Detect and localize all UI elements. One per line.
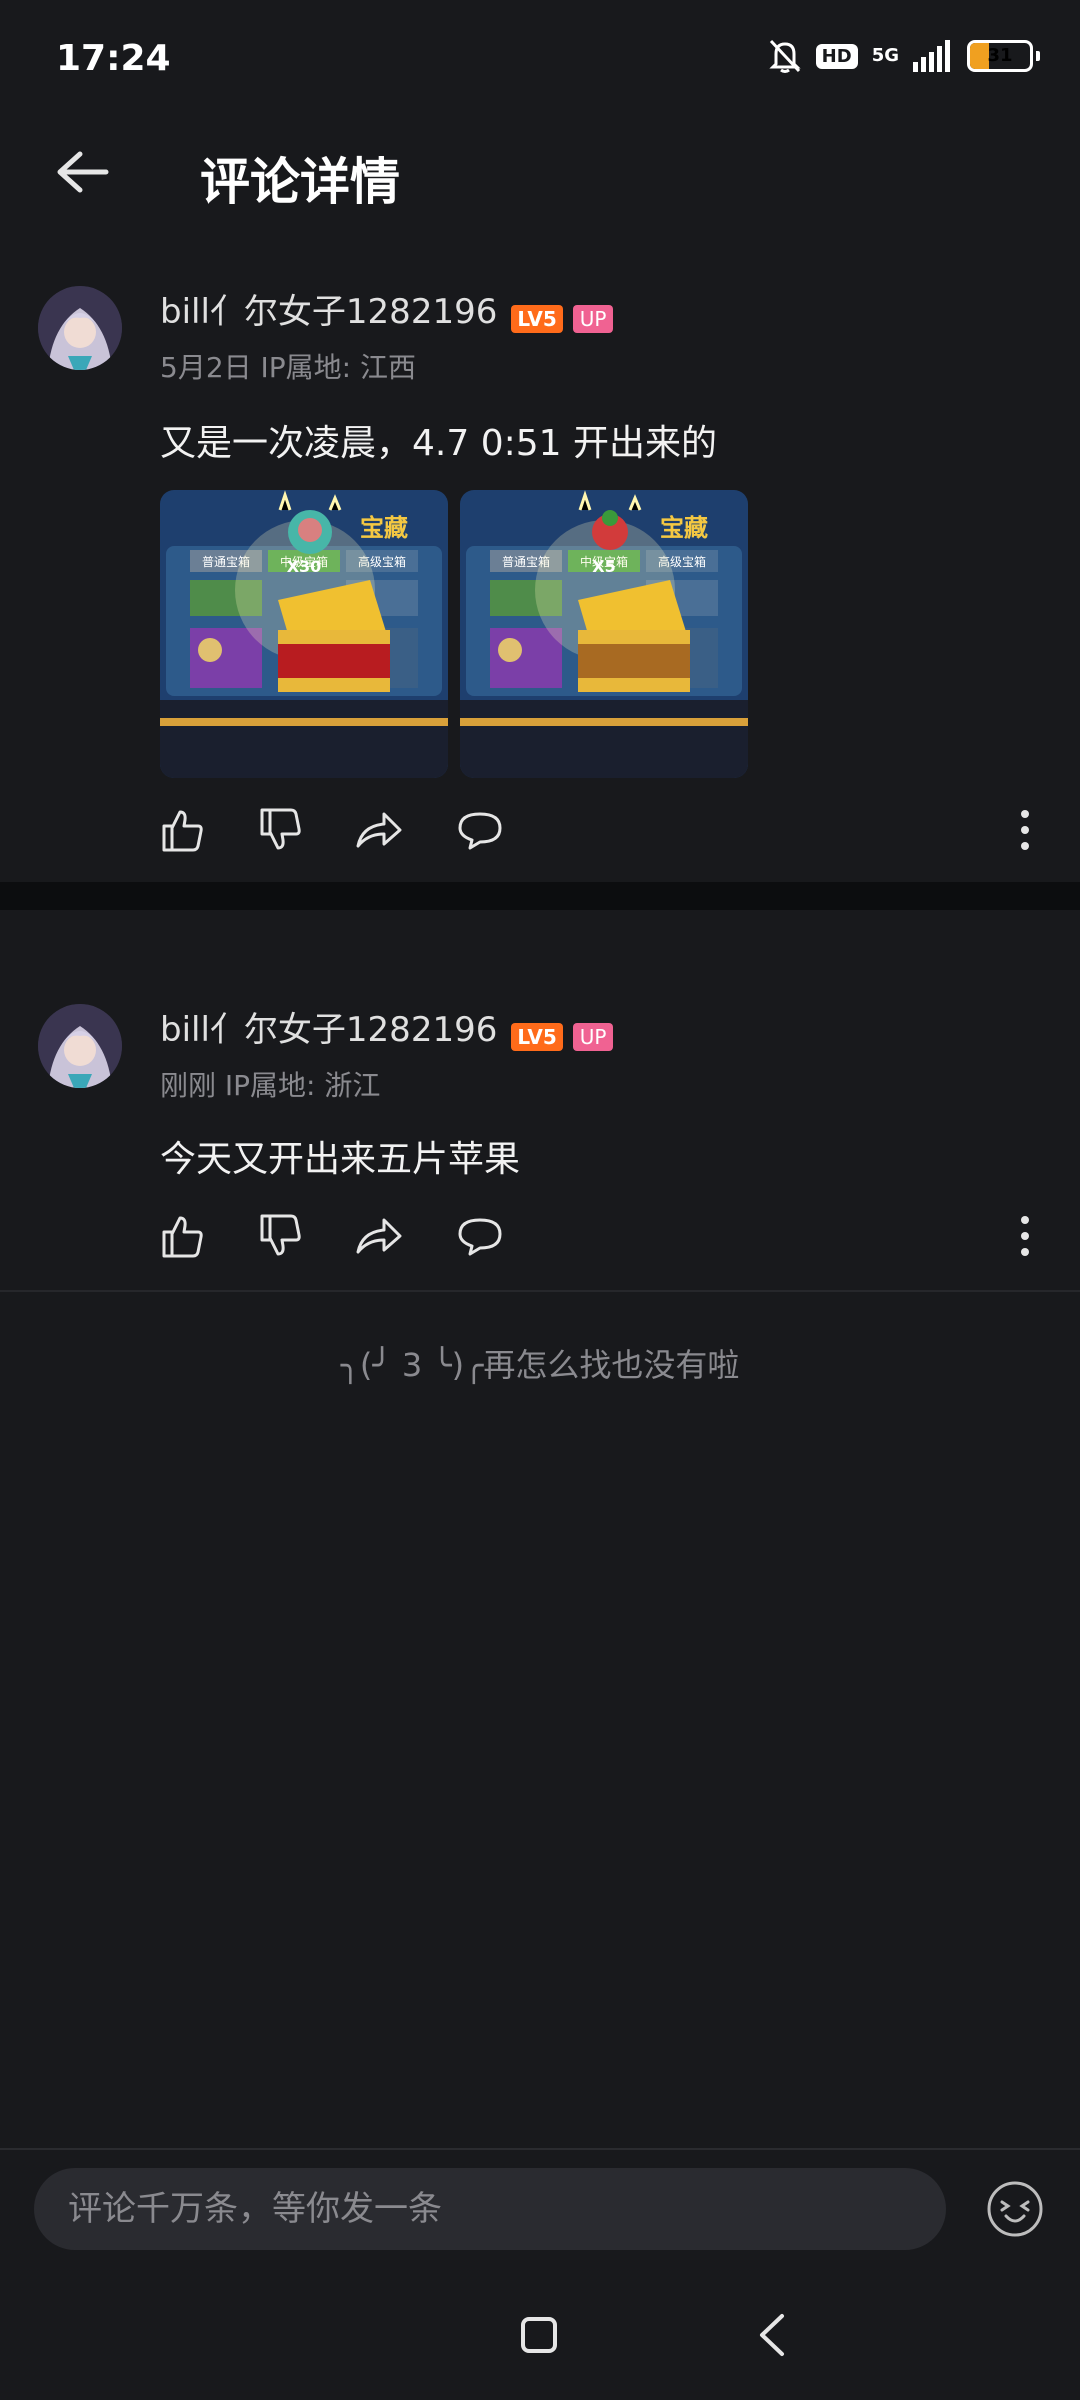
back-arrow-icon[interactable] [52, 148, 112, 196]
comment-input[interactable] [34, 2168, 946, 2250]
image-title-text: 宝藏 [660, 514, 708, 542]
end-of-list-message: ╮(╯ 3 ╰)╭再怎么找也没有啦 [340, 1346, 740, 1384]
comment-image[interactable]: 普通宝箱 中级宝箱 高级宝箱 宝藏 X30 [160, 490, 448, 778]
recent-apps-icon[interactable] [520, 2316, 558, 2354]
comment-meta: 刚刚 IP属地: 浙江 [160, 1069, 381, 1102]
bell-off-icon [769, 39, 801, 73]
nav-back-icon[interactable] [754, 2312, 788, 2358]
level-badge: LV5 [511, 1022, 563, 1051]
avatar[interactable] [38, 1004, 122, 1088]
signal-icon [913, 40, 950, 72]
comment-image[interactable]: 普通宝箱 中级宝箱 高级宝箱 宝藏 X5 [460, 490, 748, 778]
comment-meta: 5月2日 IP属地: 江西 [160, 351, 417, 384]
dislike-icon[interactable] [256, 806, 304, 854]
bottom-divider [0, 2148, 1080, 2150]
section-divider [0, 882, 1080, 910]
like-icon[interactable] [158, 806, 206, 854]
comment-header: bill亻尔女子1282196 LV5 UP [160, 284, 1040, 333]
avatar[interactable] [38, 286, 122, 370]
page-title: 评论详情 [200, 153, 400, 211]
level-badge: LV5 [511, 304, 563, 333]
like-icon[interactable] [158, 1212, 206, 1260]
share-icon[interactable] [354, 1212, 402, 1260]
more-icon[interactable] [1018, 808, 1032, 852]
network-label: 5G [871, 45, 899, 66]
more-icon[interactable] [1018, 1214, 1032, 1258]
status-icons: HD 5G 31 [768, 38, 1040, 74]
status-time: 17:24 [56, 38, 171, 79]
emoji-icon[interactable] [986, 2180, 1044, 2238]
dislike-icon[interactable] [256, 1212, 304, 1260]
username[interactable]: bill亻尔女子1282196 [160, 1010, 497, 1050]
reply-icon[interactable] [456, 1212, 504, 1260]
share-icon[interactable] [354, 806, 402, 854]
username[interactable]: bill亻尔女子1282196 [160, 292, 497, 332]
up-badge: UP [572, 1022, 614, 1051]
image-count-text: X30 [287, 557, 322, 576]
image-count-text: X5 [592, 557, 615, 576]
image-title-text: 宝藏 [360, 514, 408, 542]
battery-icon: 31 [967, 40, 1040, 72]
battery-text: 31 [987, 45, 1013, 66]
comment-content: 又是一次凌晨，4.7 0:51 开出来的 [160, 423, 717, 464]
hd-badge: HD [815, 43, 858, 69]
comment-header: bill亻尔女子1282196 LV5 UP [160, 1002, 1040, 1051]
reply-icon[interactable] [456, 806, 504, 854]
up-badge: UP [572, 304, 614, 333]
divider [0, 1290, 1080, 1292]
comment-content: 今天又开出来五片苹果 [160, 1139, 521, 1180]
